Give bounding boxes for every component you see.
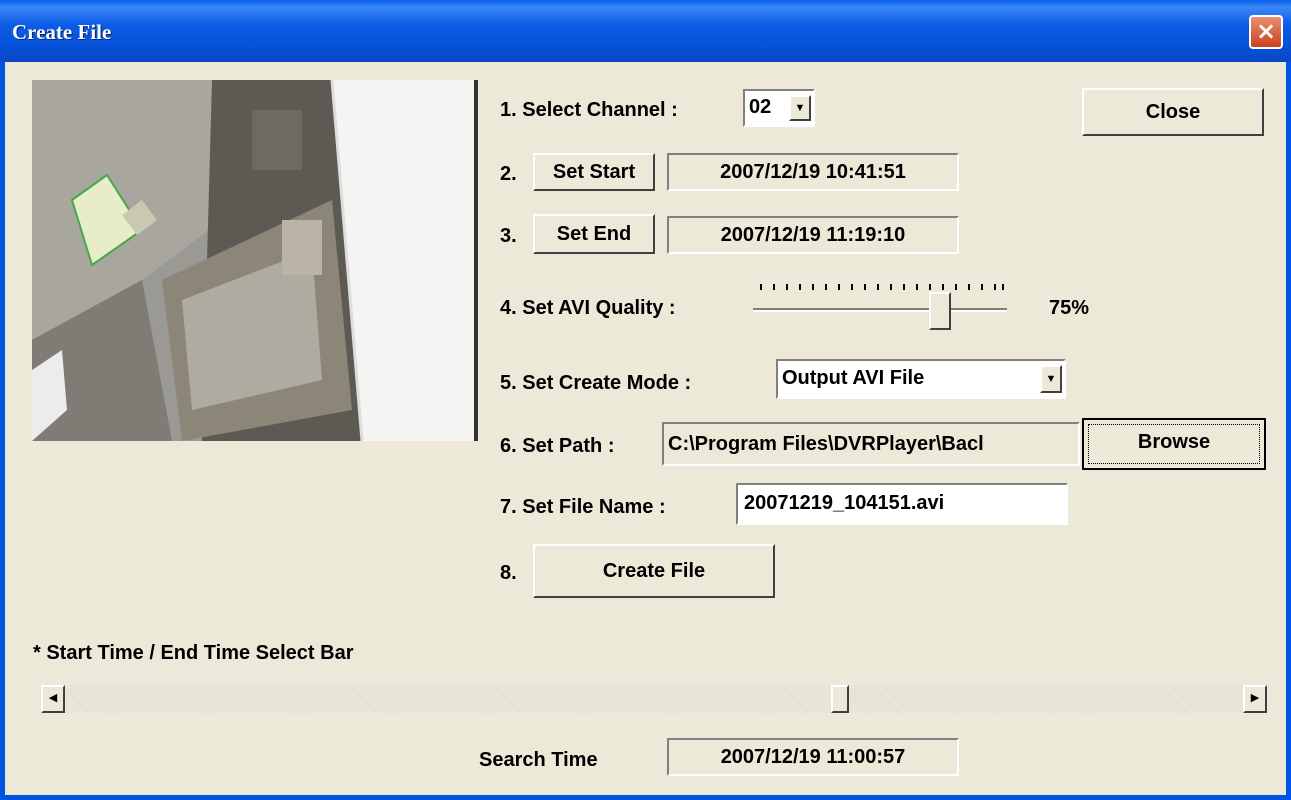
create-file-label: Create File bbox=[602, 560, 706, 582]
create-prefix: 8. bbox=[500, 562, 517, 584]
create-file-dialog: Create File × 1. Select Channel : 02 ▼ C… bbox=[0, 0, 1291, 800]
channel-label: 1. Select Channel : bbox=[500, 99, 678, 121]
timebar-label: * Start Time / End Time Select Bar bbox=[33, 642, 354, 664]
path-label: 6. Set Path : bbox=[500, 435, 615, 457]
title-bar[interactable]: Create File × bbox=[0, 0, 1291, 62]
quality-label: 4. Set AVI Quality : bbox=[500, 297, 676, 319]
search-time-value: 2007/12/19 11:00:57 bbox=[720, 746, 906, 768]
timebar-left-arrow-icon[interactable]: ◀ bbox=[41, 685, 65, 713]
channel-select[interactable]: 02 ▼ bbox=[743, 89, 815, 127]
set-start-button[interactable]: Set Start bbox=[533, 153, 655, 191]
window-close-icon[interactable]: × bbox=[1249, 15, 1283, 49]
quality-value: 75% bbox=[1049, 297, 1090, 319]
mode-select-value: Output AVI File bbox=[782, 367, 925, 389]
window-title: Create File bbox=[12, 20, 112, 44]
start-prefix: 2. bbox=[500, 163, 517, 185]
filename-input[interactable]: 20071219_104151.avi bbox=[736, 483, 1068, 525]
channel-dropdown-icon[interactable]: ▼ bbox=[789, 95, 811, 121]
end-time-field: 2007/12/19 11:19:10 bbox=[667, 216, 959, 254]
close-button[interactable]: Close bbox=[1082, 88, 1264, 136]
path-value: C:\Program Files\DVRPlayer\Bacl bbox=[668, 433, 984, 455]
mode-select[interactable]: Output AVI File ▼ bbox=[776, 359, 1066, 399]
set-end-button[interactable]: Set End bbox=[533, 214, 655, 254]
end-prefix: 3. bbox=[500, 225, 517, 247]
create-file-button[interactable]: Create File bbox=[533, 544, 775, 598]
path-field[interactable]: C:\Program Files\DVRPlayer\Bacl bbox=[662, 422, 1080, 466]
end-time-value: 2007/12/19 11:19:10 bbox=[720, 224, 906, 246]
browse-focus-ring bbox=[1088, 424, 1260, 464]
mode-label: 5. Set Create Mode : bbox=[500, 372, 692, 394]
camera-preview-image bbox=[32, 80, 478, 441]
filename-value: 20071219_104151.avi bbox=[744, 492, 945, 514]
start-time-field: 2007/12/19 10:41:51 bbox=[667, 153, 959, 191]
set-end-label: Set End bbox=[556, 223, 632, 245]
channel-select-value: 02 bbox=[749, 96, 772, 118]
search-time-label: Search Time bbox=[479, 749, 598, 771]
quality-slider[interactable] bbox=[745, 272, 1015, 334]
search-time-field: 2007/12/19 11:00:57 bbox=[667, 738, 959, 776]
timebar-right-arrow-icon[interactable]: ▶ bbox=[1243, 685, 1267, 713]
set-start-label: Set Start bbox=[552, 161, 636, 183]
browse-button[interactable]: Browse bbox=[1082, 418, 1266, 470]
camera-preview bbox=[32, 80, 478, 441]
quality-slider-track bbox=[753, 284, 1007, 312]
filename-label: 7. Set File Name : bbox=[500, 496, 666, 518]
start-time-value: 2007/12/19 10:41:51 bbox=[720, 161, 906, 183]
timebar-thumb[interactable] bbox=[830, 685, 849, 713]
timebar-scrollbar[interactable]: ◀ ▶ bbox=[41, 685, 1267, 713]
mode-dropdown-icon[interactable]: ▼ bbox=[1040, 365, 1062, 393]
quality-slider-thumb[interactable] bbox=[929, 292, 951, 330]
close-button-label: Close bbox=[1145, 101, 1201, 123]
